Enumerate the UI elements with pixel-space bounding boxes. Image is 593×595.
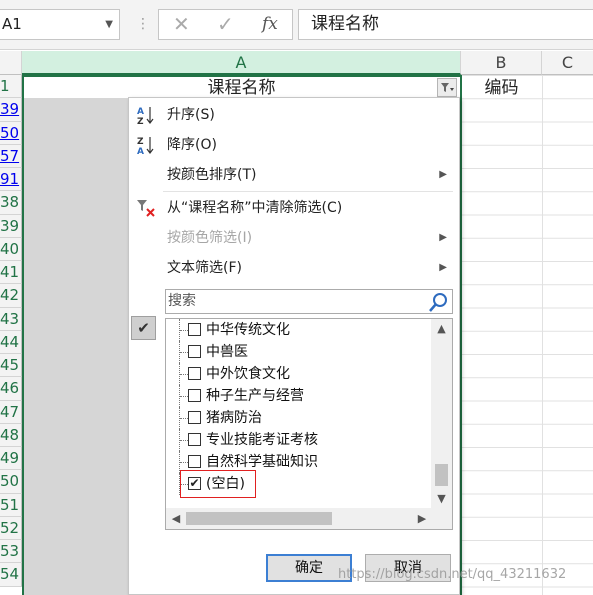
row-header[interactable]: 38 — [0, 191, 22, 215]
name-box[interactable]: A1 ▼ — [0, 9, 120, 40]
svg-text:Z: Z — [137, 117, 144, 126]
formula-bar: A1 ▼ ⋮ ✕ ✓ fx 课程名称 — [0, 0, 593, 50]
row-header[interactable]: 45 — [0, 354, 22, 378]
insert-function-icon[interactable]: fx — [262, 10, 278, 39]
clear-filter-label: 从“课程名称”中清除筛选(C) — [167, 200, 343, 216]
formula-buttons: ✕ ✓ fx — [158, 9, 293, 40]
vertical-scrollbar[interactable]: ▲ ▼ — [431, 319, 452, 509]
sort-by-color-label: 按颜色排序(T) — [167, 167, 257, 183]
list-item-label: 中外饮食文化 — [206, 366, 290, 382]
svg-text:A: A — [137, 107, 144, 117]
list-item-label: 专业技能考证考核 — [206, 432, 318, 448]
checkbox[interactable] — [188, 323, 201, 336]
row-header[interactable]: 1 — [0, 75, 22, 99]
column-header-c[interactable]: C — [542, 51, 593, 75]
filter-value-list: 中华传统文化 中兽医 中外饮食文化 种子生产与经营 猪病防治 专业技能考证考核 — [165, 318, 453, 530]
column-header-b[interactable]: B — [461, 51, 542, 75]
row-header[interactable]: 50 — [0, 470, 22, 494]
checkbox[interactable] — [188, 389, 201, 402]
checkbox[interactable] — [188, 345, 201, 358]
formula-input[interactable]: 课程名称 — [298, 9, 593, 40]
checkbox[interactable] — [188, 367, 201, 380]
row-header[interactable]: 40 — [0, 237, 22, 261]
svg-text:A: A — [137, 147, 144, 156]
sort-descending-item[interactable]: Z A 降序(O) — [129, 130, 459, 160]
column-header-a[interactable]: A — [22, 51, 461, 75]
horizontal-scrollbar[interactable]: ◀ ▶ — [166, 508, 432, 529]
sort-descending-label: 降序(O) — [167, 137, 217, 153]
cancel-icon[interactable]: ✕ — [173, 10, 190, 39]
list-item-label: 中华传统文化 — [206, 322, 290, 338]
row-header[interactable]: 46 — [0, 377, 22, 401]
row-header[interactable]: 48 — [0, 423, 22, 447]
row-header[interactable]: 50 — [0, 121, 22, 145]
search-icon — [429, 293, 447, 312]
checkbox[interactable] — [188, 455, 201, 468]
chevron-right-icon: ▶ — [439, 232, 447, 243]
name-box-value: A1 — [2, 15, 22, 33]
filter-by-color-label: 按颜色筛选(I) — [167, 230, 253, 246]
row-header[interactable]: 91 — [0, 168, 22, 192]
row-header[interactable]: 49 — [0, 447, 22, 471]
sort-descending-icon: Z A — [137, 137, 154, 156]
search-input[interactable]: 搜索 — [165, 289, 453, 314]
list-item-label: 中兽医 — [206, 344, 248, 360]
sort-by-color-item[interactable]: 按颜色排序(T) ▶ — [129, 160, 459, 190]
row-header[interactable]: 57 — [0, 144, 22, 168]
row-header[interactable]: 47 — [0, 400, 22, 424]
scroll-thumb[interactable] — [186, 512, 332, 525]
list-item-label: 猪病防治 — [206, 410, 262, 426]
drag-handle-icon[interactable]: ⋮ — [136, 15, 150, 33]
select-all-corner[interactable] — [0, 51, 22, 75]
filter-icon — [441, 83, 454, 92]
row-header[interactable]: 39 — [0, 214, 22, 238]
chevron-down-icon[interactable]: ▼ — [105, 10, 113, 39]
row-header[interactable]: 52 — [0, 516, 22, 540]
row-header[interactable]: 53 — [0, 540, 22, 564]
row-header[interactable]: 43 — [0, 307, 22, 331]
list-item-label: 种子生产与经营 — [206, 388, 304, 404]
enter-icon[interactable]: ✓ — [217, 10, 234, 39]
search-placeholder: 搜索 — [168, 293, 196, 309]
scroll-right-icon[interactable]: ▶ — [412, 508, 432, 529]
sort-ascending-label: 升序(S) — [167, 107, 215, 123]
checkbox[interactable] — [188, 411, 201, 424]
row-headers: 1 39 50 57 91 38 39 40 41 42 43 44 45 46… — [0, 75, 22, 587]
row-header[interactable]: 41 — [0, 261, 22, 285]
highlight-box — [180, 470, 256, 498]
clear-filter-icon — [137, 200, 155, 217]
checkbox[interactable] — [188, 433, 201, 446]
text-filters-item[interactable]: 文本筛选(F) ▶ — [129, 253, 459, 283]
sort-ascending-item[interactable]: A Z 升序(S) — [129, 100, 459, 130]
row-header[interactable]: 54 — [0, 563, 22, 587]
row-header[interactable]: 42 — [0, 284, 22, 308]
scroll-left-icon[interactable]: ◀ — [166, 508, 186, 529]
check-icon: ✔ — [131, 316, 156, 340]
scroll-thumb[interactable] — [435, 464, 448, 486]
watermark-text: https://blog.csdn.net/qq_43211632 — [338, 567, 567, 582]
filter-by-color-item[interactable]: 按颜色筛选(I) ▶ — [129, 223, 459, 253]
sort-ascending-icon: A Z — [137, 107, 154, 126]
scrollbar-corner — [431, 508, 452, 529]
cell-a1[interactable]: 课程名称 — [22, 75, 461, 99]
scroll-up-icon[interactable]: ▲ — [431, 319, 452, 339]
scroll-down-icon[interactable]: ▼ — [431, 489, 452, 509]
chevron-right-icon: ▶ — [439, 169, 447, 180]
row-header[interactable]: 44 — [0, 330, 22, 354]
clear-filter-item[interactable]: 从“课程名称”中清除筛选(C) — [129, 193, 459, 223]
filter-dropdown-button[interactable] — [437, 78, 457, 97]
chevron-right-icon: ▶ — [439, 262, 447, 273]
svg-text:Z: Z — [137, 137, 144, 147]
column-divider — [542, 75, 543, 595]
cell-b1[interactable]: 编码 — [461, 75, 542, 99]
text-filters-label: 文本筛选(F) — [167, 260, 242, 276]
menu-divider — [163, 191, 453, 192]
autofilter-menu: A Z 升序(S) Z A 降序(O) 按颜色排序(T) ▶ 从“课程名称”中清… — [128, 97, 460, 595]
row-header[interactable]: 39 — [0, 98, 22, 122]
row-header[interactable]: 51 — [0, 493, 22, 517]
